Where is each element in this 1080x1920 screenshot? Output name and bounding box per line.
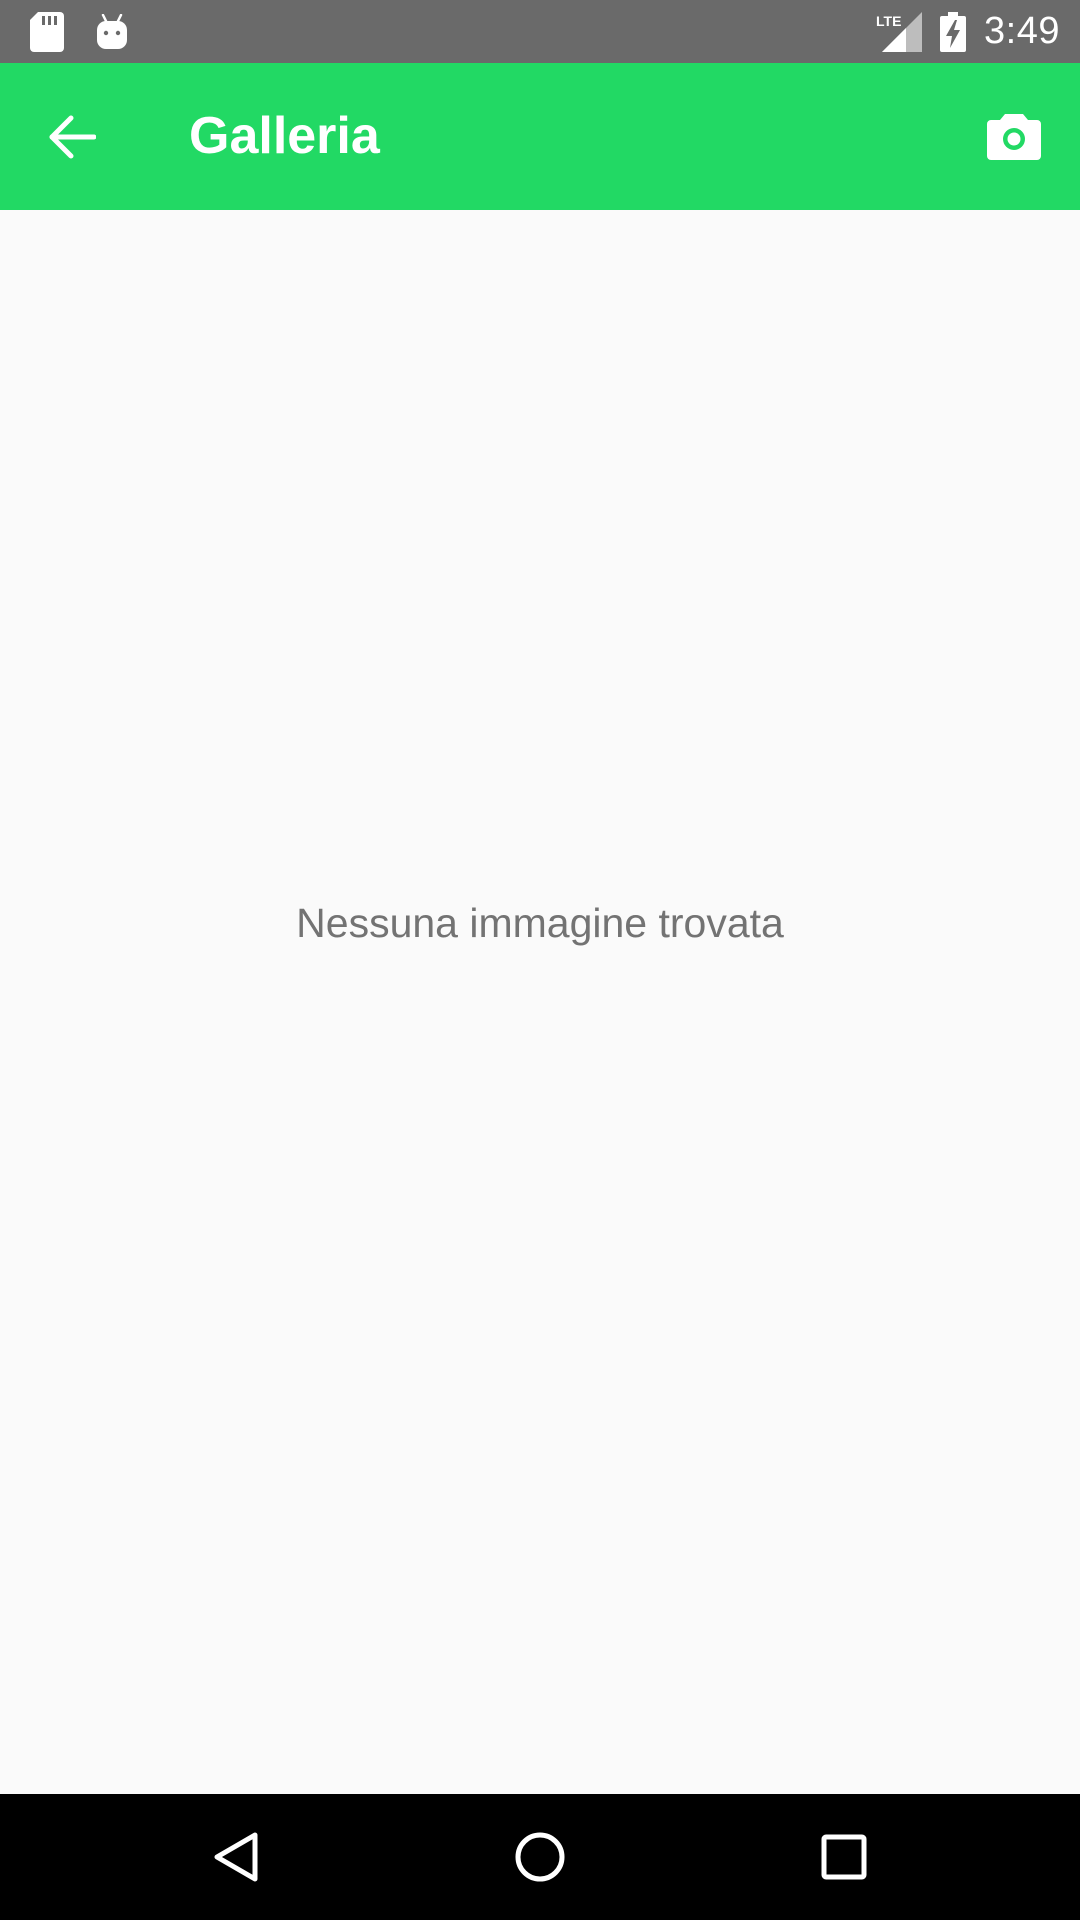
camera-icon [987, 114, 1041, 160]
nav-recents-icon [821, 1834, 867, 1880]
nav-home-button[interactable] [500, 1817, 580, 1897]
battery-charging-icon [940, 11, 967, 52]
status-right-icons: LTE 3:49 [876, 0, 1060, 63]
back-arrow-icon [48, 115, 96, 159]
lte-label: LTE [876, 13, 901, 29]
nav-home-icon [514, 1831, 566, 1883]
sd-card-icon [30, 12, 64, 52]
lte-signal-icon: LTE [876, 11, 923, 52]
android-debug-icon [96, 14, 128, 50]
nav-back-button[interactable] [196, 1817, 276, 1897]
gallery-content: Nessuna immagine trovata [0, 210, 1080, 1794]
empty-state-message: Nessuna immagine trovata [296, 900, 784, 946]
app-bar: Galleria [0, 63, 1080, 210]
back-button[interactable] [30, 95, 114, 179]
nav-back-icon [213, 1831, 259, 1883]
camera-button[interactable] [972, 95, 1056, 179]
navigation-bar [0, 1794, 1080, 1920]
status-left-icons [30, 10, 128, 54]
page-title: Galleria [189, 107, 380, 165]
screen: LTE 3:49 Galleria Nessuna immagine trova… [0, 0, 1080, 1920]
status-time: 3:49 [984, 10, 1060, 52]
nav-recents-button[interactable] [804, 1817, 884, 1897]
status-bar: LTE 3:49 [0, 0, 1080, 63]
